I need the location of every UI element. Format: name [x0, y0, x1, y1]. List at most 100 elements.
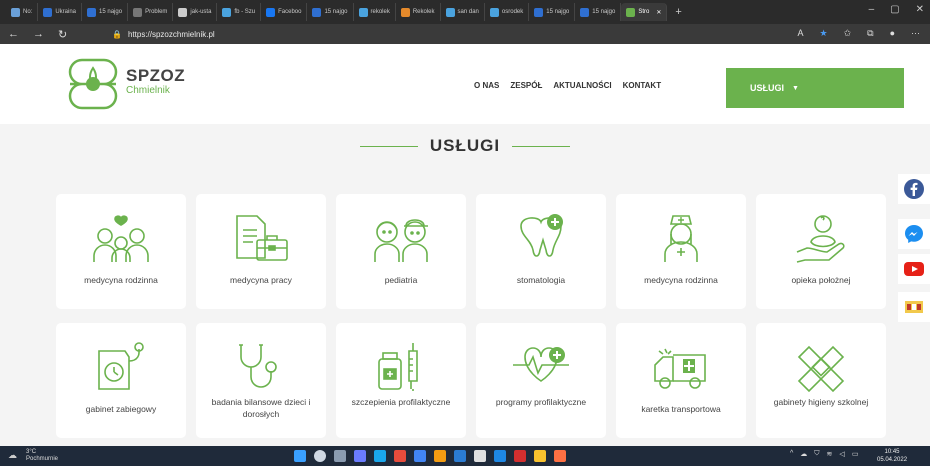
youtube-link[interactable]	[898, 254, 930, 284]
browser-tab[interactable]: san dan	[441, 3, 485, 21]
browser-tab[interactable]: fb - Szu	[217, 3, 262, 21]
nav-o-nas[interactable]: O NAS	[474, 81, 499, 90]
service-card[interactable]: medycyna rodzinna	[56, 194, 186, 309]
browser-tab[interactable]: 15 najgo	[82, 3, 129, 21]
service-label: programy profilaktyczne	[495, 397, 587, 407]
browser-tab[interactable]: No:	[6, 3, 39, 21]
screen: No: Ukraina 15 najgo Problem jak-usta fb - Sz…	[0, 0, 930, 466]
taskbar-clock[interactable]: 10:45 05.04.2022	[877, 448, 907, 464]
browser-tab[interactable]: rekolek	[354, 3, 396, 21]
app-icon-5[interactable]	[514, 450, 526, 462]
browser-tab[interactable]: Problem	[128, 3, 174, 21]
start-icon[interactable]	[294, 450, 306, 462]
main-nav: O NAS ZESPÓŁ AKTUALNOŚCI KONTAKT	[474, 81, 661, 90]
service-card[interactable]: medycyna pracy	[196, 194, 326, 309]
tab-label: 15 najgo	[99, 9, 123, 15]
service-card[interactable]: pediatria	[336, 194, 466, 309]
chat-icon[interactable]	[354, 450, 366, 462]
tab-favicon-icon	[266, 7, 276, 17]
tab-label: Problem	[145, 9, 168, 15]
minimize-icon[interactable]: –	[869, 4, 875, 15]
back-icon[interactable]: ←	[8, 28, 19, 40]
app-icon-3[interactable]	[474, 450, 486, 462]
bip-link[interactable]	[898, 292, 930, 322]
edge-icon[interactable]	[374, 450, 386, 462]
task-view-icon[interactable]	[334, 450, 346, 462]
section-heading: USŁUGI	[0, 136, 930, 156]
tab-label: Rekolek	[412, 9, 435, 15]
tab-favicon-icon	[312, 7, 322, 17]
tray-shield-icon[interactable]: ⛉	[814, 450, 819, 458]
profile-icon[interactable]: ●	[890, 28, 895, 39]
browser-tab[interactable]: 15 najgo	[307, 3, 354, 21]
window-controls: – ▢ ✕	[869, 4, 924, 15]
windows-taskbar: ☁ 3°C Pochmurnie ^ ☁ ⛉ ≋ ◁ ▭ 10:45 05.04…	[0, 446, 930, 466]
nav-zespol[interactable]: ZESPÓŁ	[510, 81, 542, 90]
site-header: SPZOZ Chmielnik O NAS ZESPÓŁ AKTUALNOŚCI…	[0, 44, 930, 124]
nav-aktualnosci[interactable]: AKTUALNOŚCI	[553, 81, 611, 90]
messenger-icon	[905, 225, 923, 243]
chrome-icon[interactable]	[414, 450, 426, 462]
browser-tab[interactable]: jak-usta	[173, 3, 218, 21]
services-dropdown-button[interactable]: USŁUGI ▼	[726, 68, 904, 108]
facebook-icon	[904, 179, 924, 199]
wifi-icon[interactable]: ≋	[827, 450, 833, 458]
browser-tab[interactable]: Rekolek	[396, 3, 441, 21]
forward-icon[interactable]: →	[33, 28, 44, 40]
close-tab-icon[interactable]: ✕	[656, 9, 661, 16]
app-icon-1[interactable]	[394, 450, 406, 462]
messenger-link[interactable]	[898, 219, 930, 249]
tab-label: rekolek	[370, 9, 390, 15]
tab-label: Faceboo	[278, 9, 302, 15]
app-icon-4[interactable]	[494, 450, 506, 462]
maximize-icon[interactable]: ▢	[890, 4, 899, 15]
service-card[interactable]: gabinety higieny szkolnej	[756, 323, 886, 438]
tab-favicon-icon	[358, 7, 368, 17]
collections-icon[interactable]: ⧉	[867, 28, 873, 39]
clock-time: 10:45	[884, 449, 900, 455]
tab-favicon-icon	[178, 7, 188, 17]
app-icon-2[interactable]	[434, 450, 446, 462]
battery-icon[interactable]: ▭	[852, 450, 859, 458]
search-icon[interactable]	[314, 450, 326, 462]
tray-cloud-icon[interactable]: ☁	[800, 450, 807, 458]
tab-favicon-icon	[445, 7, 455, 17]
service-card[interactable]: gabinet zabiegowy	[56, 323, 186, 438]
url-field[interactable]: 🔒 https://spzozchmielnik.pl	[112, 27, 215, 41]
tab-favicon-icon	[534, 7, 544, 17]
browser-tab[interactable]: Faceboo	[261, 3, 308, 21]
service-card[interactable]: programy profilaktyczne	[476, 323, 606, 438]
nav-kontakt[interactable]: KONTAKT	[623, 81, 662, 90]
browser-tab[interactable]: Stro ✕	[621, 3, 668, 21]
weather-widget[interactable]: 3°C Pochmurnie	[26, 449, 58, 463]
browser-tab[interactable]: 15 najgo	[529, 3, 576, 21]
browser-tab[interactable]: 15 najgo	[575, 3, 622, 21]
service-label: medycyna rodzinna	[644, 275, 718, 285]
service-card[interactable]: opieka położnej	[756, 194, 886, 309]
favorite-star-icon[interactable]: ★	[820, 28, 828, 39]
word-icon[interactable]	[454, 450, 466, 462]
logo-subtitle: Chmielnik	[126, 85, 170, 96]
new-tab-icon[interactable]: +	[675, 6, 681, 18]
service-card[interactable]: szczepienia profilaktyczne	[336, 323, 466, 438]
service-card[interactable]: stomatologia	[476, 194, 606, 309]
service-card[interactable]: medycyna rodzinna	[616, 194, 746, 309]
tray-chevron-icon[interactable]: ^	[790, 450, 793, 458]
volume-icon[interactable]: ◁	[839, 450, 844, 458]
app-icon-6[interactable]	[554, 450, 566, 462]
service-card[interactable]: karetka transportowa	[616, 323, 746, 438]
close-window-icon[interactable]: ✕	[916, 4, 924, 15]
tab-favicon-icon	[626, 7, 636, 17]
read-aloud-icon[interactable]: A	[797, 28, 803, 39]
file-explorer-icon[interactable]	[534, 450, 546, 462]
facebook-link[interactable]	[898, 174, 930, 204]
favorites-icon[interactable]: ✩	[844, 28, 852, 39]
clock-date: 05.04.2022	[877, 457, 908, 463]
service-label: stomatologia	[516, 275, 566, 285]
reload-icon[interactable]: ↻	[58, 28, 67, 41]
browser-tab[interactable]: osrodek	[485, 3, 530, 21]
browser-tab[interactable]: Ukraina	[38, 3, 83, 21]
service-label: medycyna pracy	[230, 275, 292, 285]
more-icon[interactable]: ···	[911, 28, 920, 39]
service-card[interactable]: badania bilansowe dzieci i dorosłych	[196, 323, 326, 438]
